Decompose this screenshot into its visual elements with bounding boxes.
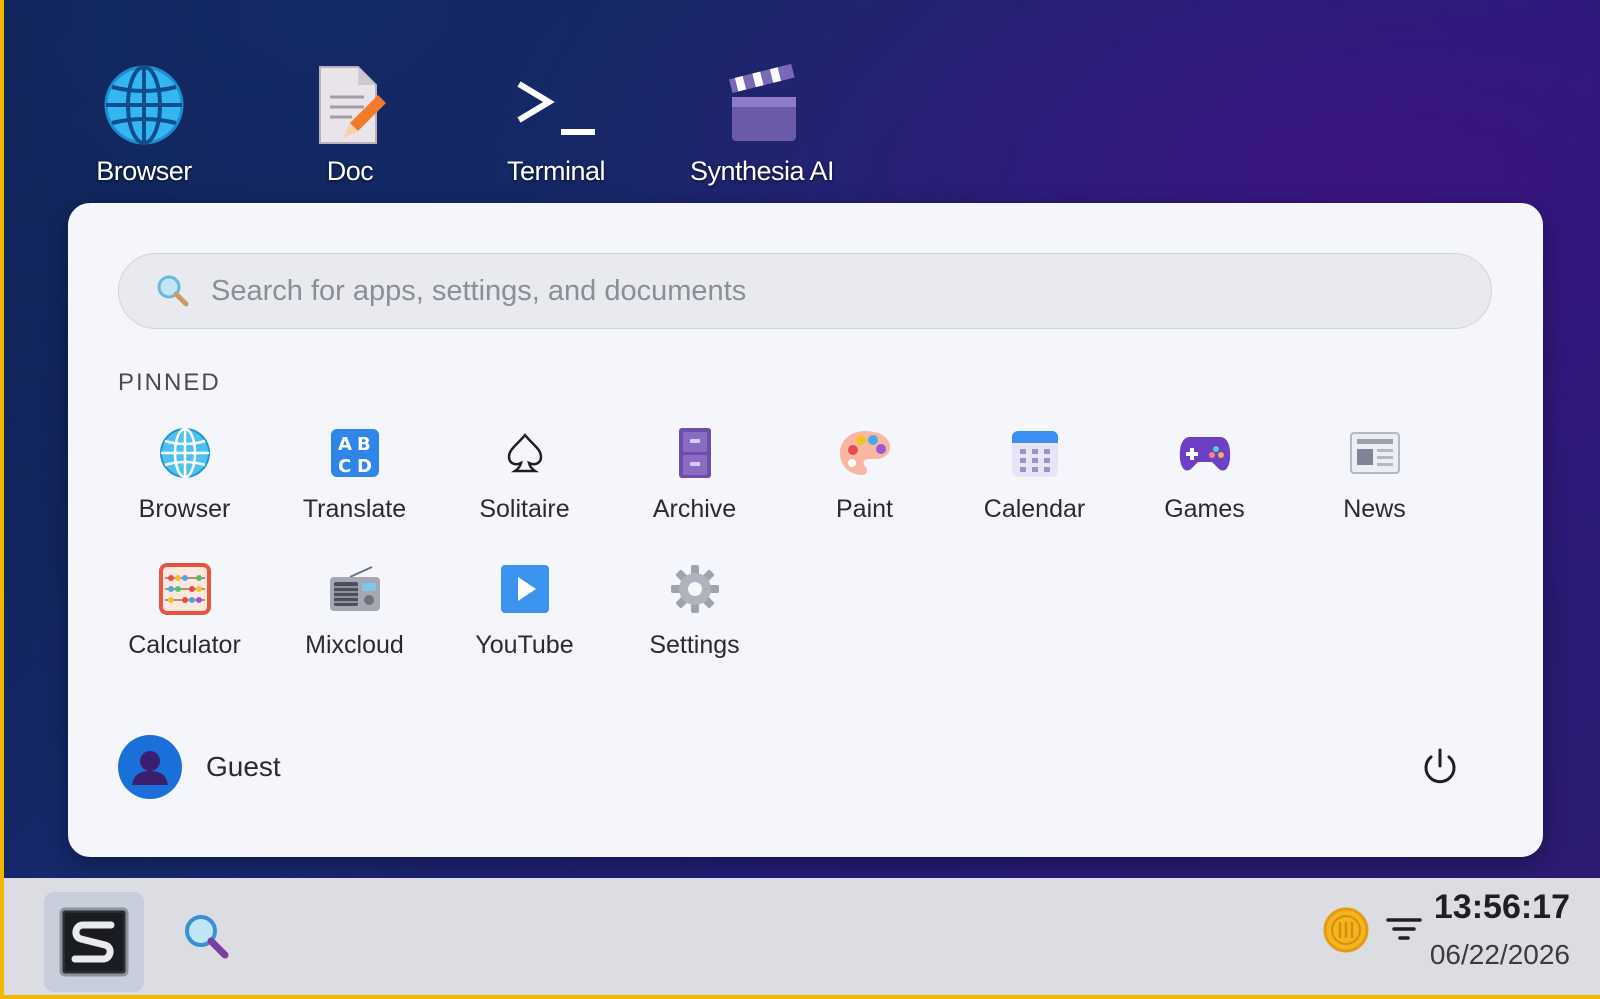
file-cabinet-icon bbox=[665, 423, 725, 483]
newspaper-icon bbox=[1345, 423, 1405, 483]
svg-text:C: C bbox=[338, 456, 351, 477]
user-icon bbox=[132, 751, 168, 785]
svg-text:B: B bbox=[357, 434, 371, 455]
document-icon bbox=[305, 60, 395, 150]
clapperboard-icon bbox=[717, 60, 807, 150]
start-search-input[interactable] bbox=[211, 274, 1411, 308]
pinned-app-label: Translate bbox=[302, 495, 407, 523]
globe-icon bbox=[155, 423, 215, 483]
pinned-app-translate[interactable]: A B C D Translate bbox=[268, 423, 441, 543]
desktop-icon-label: Browser bbox=[96, 156, 192, 186]
pinned-app-label: Calendar bbox=[983, 495, 1086, 523]
coin-icon[interactable] bbox=[1322, 906, 1370, 954]
pinned-app-news[interactable]: News bbox=[1288, 423, 1461, 543]
desktop-icon-synthesia-ai[interactable]: Synthesia AI bbox=[672, 60, 852, 190]
pinned-app-solitaire[interactable]: Solitaire bbox=[438, 423, 611, 543]
pinned-app-archive[interactable]: Archive bbox=[608, 423, 781, 543]
desktop-icon-terminal[interactable]: Terminal bbox=[466, 60, 646, 190]
pinned-app-label: Solitaire bbox=[479, 495, 570, 523]
abacus-icon bbox=[155, 559, 215, 619]
pinned-app-label: YouTube bbox=[475, 631, 574, 659]
pinned-app-mixcloud[interactable]: Mixcloud bbox=[268, 559, 441, 679]
wifi-icon[interactable] bbox=[1382, 910, 1426, 950]
clock-date: 06/22/2026 bbox=[1429, 939, 1570, 970]
spade-icon bbox=[495, 423, 555, 483]
globe-icon bbox=[99, 60, 189, 150]
taskbar-search-button[interactable] bbox=[176, 906, 236, 966]
pinned-app-label: Paint bbox=[836, 495, 893, 523]
pinned-app-calculator[interactable]: Calculator bbox=[98, 559, 271, 679]
calendar-icon bbox=[1005, 423, 1065, 483]
pinned-app-label: Settings bbox=[649, 631, 740, 659]
pinned-app-label: Archive bbox=[652, 495, 737, 523]
pinned-app-youtube[interactable]: YouTube bbox=[438, 559, 611, 679]
pinned-app-label: Games bbox=[1164, 495, 1245, 523]
pinned-title: PINNED bbox=[118, 369, 221, 396]
desktop-icon-label: Terminal bbox=[506, 156, 606, 186]
svg-text:A: A bbox=[338, 434, 352, 455]
palette-icon bbox=[835, 423, 895, 483]
svg-text:D: D bbox=[357, 456, 372, 477]
terminal-icon bbox=[511, 60, 601, 150]
desktop-icon-doc[interactable]: Doc bbox=[260, 60, 440, 190]
taskbar-clock[interactable]: 13:56:17 06/22/2026 bbox=[1430, 888, 1570, 971]
start-button[interactable] bbox=[44, 892, 144, 992]
radio-icon bbox=[325, 559, 385, 619]
os-logo-icon bbox=[59, 907, 129, 977]
pinned-app-label: News bbox=[1343, 495, 1406, 523]
taskbar: 13:56:17 06/22/2026 bbox=[4, 878, 1600, 999]
desktop-icon-label: Synthesia AI bbox=[689, 156, 835, 186]
pinned-app-calendar[interactable]: Calendar bbox=[948, 423, 1121, 543]
pinned-app-paint[interactable]: Paint bbox=[778, 423, 951, 543]
clock-time: 13:56:17 bbox=[1433, 888, 1570, 926]
pinned-app-games[interactable]: Games bbox=[1118, 423, 1291, 543]
pinned-app-label: Browser bbox=[138, 495, 231, 523]
avatar bbox=[118, 735, 182, 799]
search-icon bbox=[185, 915, 229, 959]
pinned-app-browser[interactable]: Browser bbox=[98, 423, 271, 543]
search-icon bbox=[153, 271, 193, 311]
desktop-icon-browser[interactable]: Browser bbox=[54, 60, 234, 190]
power-icon bbox=[1424, 748, 1456, 784]
abcd-icon: A B C D bbox=[325, 423, 385, 483]
pinned-app-settings[interactable]: Settings bbox=[608, 559, 781, 679]
gamepad-icon bbox=[1175, 423, 1235, 483]
pinned-app-label: Mixcloud bbox=[305, 631, 404, 659]
power-button[interactable] bbox=[1408, 735, 1472, 799]
play-icon bbox=[495, 559, 555, 619]
pinned-app-label: Calculator bbox=[128, 631, 241, 659]
user-name: Guest bbox=[206, 751, 281, 782]
user-account[interactable]: Guest bbox=[118, 735, 281, 799]
gear-icon bbox=[665, 559, 725, 619]
desktop-icon-label: Doc bbox=[326, 156, 374, 186]
start-search-box[interactable] bbox=[118, 253, 1492, 329]
start-menu: PINNED Browser A B bbox=[68, 203, 1543, 857]
